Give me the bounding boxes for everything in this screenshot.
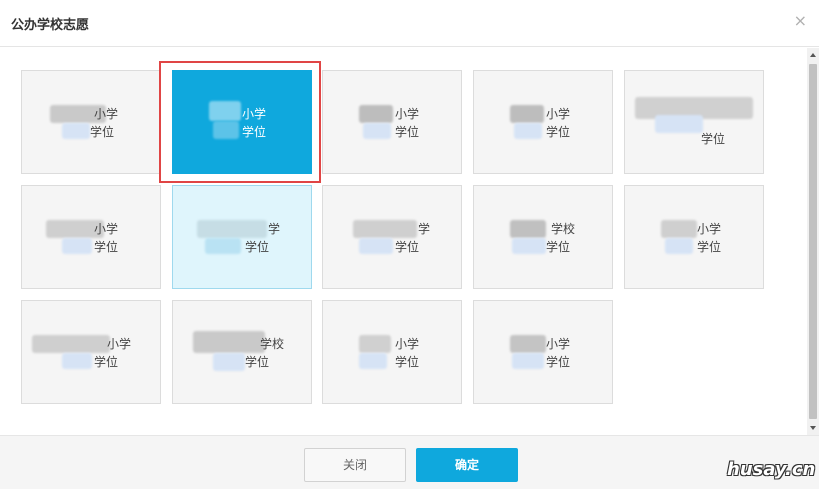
card-name-line2: 学位 — [394, 240, 419, 254]
dialog-footer: 关闭 确定 — [0, 435, 819, 489]
card-name-line2: 学位 — [545, 125, 570, 139]
dialog-header: 公办学校志愿 × — [0, 0, 819, 47]
card-name-line2: 学位 — [244, 240, 269, 254]
card-name-line2: 学位 — [89, 125, 114, 139]
confirm-button[interactable]: 确定 — [416, 448, 518, 482]
card-name-line2: 学位 — [241, 125, 266, 139]
school-card[interactable]: 学校 学位 — [473, 185, 613, 289]
card-name-line2: 学位 — [394, 355, 419, 369]
school-card-hovered[interactable]: 学 学位 — [172, 185, 312, 289]
watermark: husay.cn — [727, 459, 816, 480]
close-icon[interactable]: × — [794, 13, 807, 29]
card-name-line1: 小学 — [394, 107, 419, 121]
card-name-line1: 学校 — [550, 222, 575, 236]
school-card[interactable]: 小学 学位 — [322, 70, 462, 174]
card-name-line1: 小学 — [394, 337, 419, 351]
card-name-line1: 小学 — [545, 337, 570, 351]
close-button[interactable]: 关闭 — [304, 448, 406, 482]
card-name-line1: 学校 — [259, 337, 284, 351]
card-name-line2: 学位 — [545, 240, 570, 254]
card-name-line1: 小学 — [106, 337, 131, 351]
scroll-down-arrow-icon[interactable] — [810, 426, 816, 430]
card-name-line2: 学位 — [700, 132, 725, 146]
school-card[interactable]: 小学 学位 — [473, 70, 613, 174]
card-name-line2: 学位 — [244, 355, 269, 369]
school-card[interactable]: 小学 学位 — [322, 300, 462, 404]
card-name-line2: 学位 — [394, 125, 419, 139]
card-name-line2: 学位 — [545, 355, 570, 369]
school-choice-dialog: 公办学校志愿 × 小学 学位 小学 学位 小学 学位 小学 学位 学位 小学 学… — [0, 0, 819, 489]
card-name-line1: 小学 — [93, 107, 118, 121]
school-card-selected[interactable]: 小学 学位 — [172, 70, 312, 174]
school-card[interactable]: 小学 学位 — [21, 185, 161, 289]
school-card[interactable]: 学校 学位 — [172, 300, 312, 404]
card-name-line1: 学 — [417, 222, 430, 236]
card-name-line1: 学 — [267, 222, 280, 236]
card-name-line1: 小学 — [696, 222, 721, 236]
card-name-line1: 小学 — [545, 107, 570, 121]
school-card[interactable]: 学位 — [624, 70, 764, 174]
dialog-title: 公办学校志愿 — [11, 18, 90, 33]
scrollbar-thumb[interactable] — [809, 64, 817, 419]
card-name-line2: 学位 — [93, 240, 118, 254]
dialog-body: 小学 学位 小学 学位 小学 学位 小学 学位 学位 小学 学位 学 学位 学 … — [0, 48, 819, 435]
school-card[interactable]: 学 学位 — [322, 185, 462, 289]
school-card[interactable]: 小学 学位 — [624, 185, 764, 289]
card-name-line1: 小学 — [93, 222, 118, 236]
card-name-line2: 学位 — [696, 240, 721, 254]
school-card[interactable]: 小学 学位 — [21, 70, 161, 174]
card-name-line2: 学位 — [93, 355, 118, 369]
card-name-line1: 小学 — [241, 107, 266, 121]
school-card[interactable]: 小学 学位 — [21, 300, 161, 404]
scroll-up-arrow-icon[interactable] — [810, 53, 816, 57]
vertical-scrollbar[interactable] — [807, 48, 819, 435]
school-card[interactable]: 小学 学位 — [473, 300, 613, 404]
